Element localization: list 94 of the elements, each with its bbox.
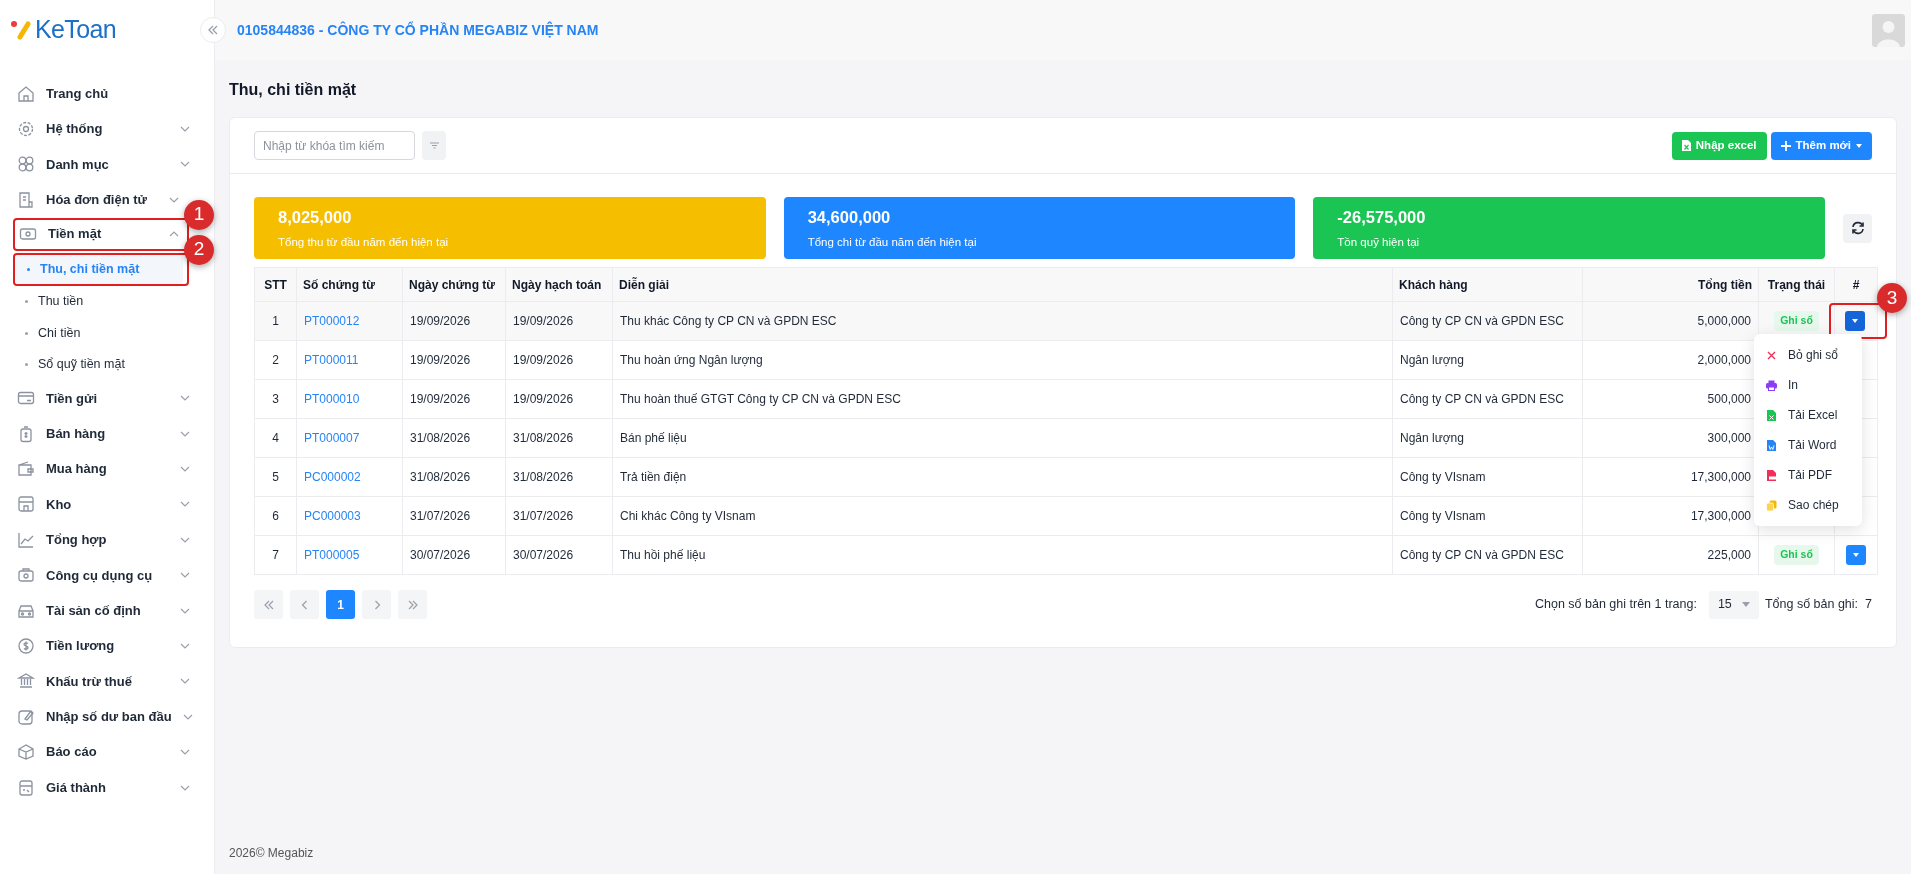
summary-label: Tồn quỹ hiện tại <box>1337 234 1421 250</box>
table-cell: 31/08/2026 <box>505 418 613 458</box>
table-cell: Công ty CP CN và GPDN ESC <box>1392 379 1583 419</box>
summary-label: Tổng thu từ đầu năm đến hiện tại <box>278 234 450 250</box>
summary-label: Tổng chi từ đầu năm đến hiện tại <box>807 234 978 250</box>
sidebar-item[interactable]: Báo cáo <box>13 734 194 770</box>
table-cell: 6 <box>254 496 297 536</box>
column-header: Ngày hạch toán <box>505 267 613 302</box>
table-cell: Thu hồi phế liệu <box>612 535 1393 575</box>
sidebar-subitem[interactable]: Chi tiền <box>13 317 194 349</box>
table-cell: Công ty VIsnam <box>1392 496 1583 536</box>
table-cell: Thu hoàn ứng Ngân lượng <box>612 340 1393 380</box>
voucher-link[interactable]: PT000012 <box>296 301 403 341</box>
sidebar-item[interactable]: Tổng hợp <box>13 522 194 558</box>
sidebar-item[interactable]: Bán hàng <box>13 416 194 452</box>
table-cell: 19/09/2026 <box>402 301 506 341</box>
table-cell: 19/09/2026 <box>505 379 613 419</box>
step-number-badge: 3 <box>1877 283 1907 313</box>
table-cell: 19/09/2026 <box>402 379 506 419</box>
table-cell: 31/07/2026 <box>505 496 613 536</box>
page-size-label: Chọn số bản ghi trên 1 trang: <box>1535 596 1697 614</box>
table-cell: Ngân lượng <box>1392 340 1583 380</box>
sidebar-item[interactable]: Mua hàng <box>13 451 194 487</box>
sidebar-item[interactable]: Khấu trừ thuế <box>13 663 194 700</box>
table-cell: 3 <box>254 379 297 419</box>
sidebar-item[interactable]: Tài sản cố định <box>13 592 194 629</box>
voucher-link[interactable]: PT000005 <box>296 535 403 575</box>
table-cell: 4 <box>254 418 297 458</box>
table-cell: Công ty VIsnam <box>1392 457 1583 497</box>
table-cell: Ngân lượng <box>1392 418 1583 458</box>
table-cell: 30/07/2026 <box>505 535 613 575</box>
page-button[interactable]: 1 <box>326 590 355 619</box>
page-size-select[interactable]: 15 <box>1708 590 1759 619</box>
table-cell: 19/09/2026 <box>402 340 506 380</box>
table-cell: Trả tiền điện <box>612 457 1393 497</box>
voucher-link[interactable]: PT000007 <box>296 418 403 458</box>
sidebar-item[interactable]: Danh mục <box>13 146 194 183</box>
table-cell: 31/08/2026 <box>505 457 613 497</box>
company-name: 0105844836 - CÔNG TY CỔ PHẦN MEGABIZ VIỆT NAM <box>237 20 599 40</box>
sidebar-subitem[interactable]: Thu tiền <box>13 285 194 318</box>
voucher-link[interactable]: PC000003 <box>296 496 403 536</box>
sidebar-subitem[interactable]: Sổ quỹ tiền mặt <box>13 348 194 381</box>
sidebar-item[interactable]: Tiền gửi <box>13 380 194 416</box>
column-header: Số chứng từ <box>296 267 403 302</box>
column-header: Trạng thái <box>1758 267 1835 302</box>
table-cell: 7 <box>254 535 297 575</box>
status-badge: Ghi sổ <box>1774 545 1819 565</box>
logo-text: KeToan <box>35 14 117 46</box>
column-header: Tổng tiền <box>1582 267 1759 302</box>
total-records-value: 7 <box>1865 596 1872 614</box>
sidebar-item[interactable]: Trang chủ <box>13 76 194 112</box>
step-number-badge: 1 <box>184 199 214 230</box>
table-cell: 5,000,000 <box>1582 301 1759 341</box>
sidebar-item[interactable]: Nhập số dư ban đầu <box>13 699 194 735</box>
summary-value: 8,025,000 <box>278 207 353 228</box>
table-cell: 30/07/2026 <box>402 535 506 575</box>
column-header: Khách hàng <box>1392 267 1583 302</box>
sidebar-item[interactable]: Hóa đơn điện tử <box>13 182 183 218</box>
table-cell: 1 <box>254 301 297 341</box>
sidebar-item[interactable]: Giá thành <box>13 769 194 806</box>
status-badge: Ghi sổ <box>1774 311 1819 331</box>
table-cell: Công ty CP CN và GPDN ESC <box>1392 301 1583 341</box>
page-title: Thu, chi tiền mặt <box>229 80 358 100</box>
column-header: # <box>1834 267 1878 302</box>
table-cell: 5 <box>254 457 297 497</box>
table-cell: Công ty CP CN và GPDN ESC <box>1392 535 1583 575</box>
footer-text: 2026© Megabiz <box>229 845 314 862</box>
step-number-badge: 2 <box>184 234 214 265</box>
add-new-button[interactable]: Thêm mới <box>1770 131 1872 160</box>
sidebar-item[interactable]: Tiền lương <box>13 628 194 664</box>
table-cell: 2 <box>254 340 297 380</box>
table-cell: Thu khác Công ty CP CN và GPDN ESC <box>612 301 1393 341</box>
table-cell: Thu hoàn thuế GTGT Công ty CP CN và GPDN ESC <box>612 379 1393 419</box>
summary-value: -26,575,000 <box>1337 207 1427 228</box>
voucher-link[interactable]: PT000011 <box>296 340 403 380</box>
voucher-link[interactable]: PT000010 <box>296 379 403 419</box>
table-cell: 31/07/2026 <box>402 496 506 536</box>
sidebar-item[interactable]: Hệ thống <box>13 111 194 147</box>
column-header: Ngày chứng từ <box>402 267 506 302</box>
summary-value: 34,600,000 <box>807 207 892 228</box>
total-records-label: Tổng số bản ghi: <box>1764 596 1859 614</box>
table-cell: Chi khác Công ty VIsnam <box>612 496 1393 536</box>
sidebar-item[interactable]: Kho <box>13 486 194 523</box>
table-cell: 225,000 <box>1582 535 1759 575</box>
table-cell: Bán phế liệu <box>612 418 1393 458</box>
table-cell: 19/09/2026 <box>505 340 613 380</box>
column-header: Diễn giải <box>612 267 1393 302</box>
column-header: STT <box>254 267 297 302</box>
voucher-link[interactable]: PC000002 <box>296 457 403 497</box>
table-cell: 19/09/2026 <box>505 301 613 341</box>
search-field[interactable]: Nhập từ khóa tìm kiếm <box>254 131 415 160</box>
table-cell: 31/08/2026 <box>402 418 506 458</box>
sidebar-item[interactable]: Công cụ dụng cụ <box>13 557 194 593</box>
table-cell: 31/08/2026 <box>402 457 506 497</box>
